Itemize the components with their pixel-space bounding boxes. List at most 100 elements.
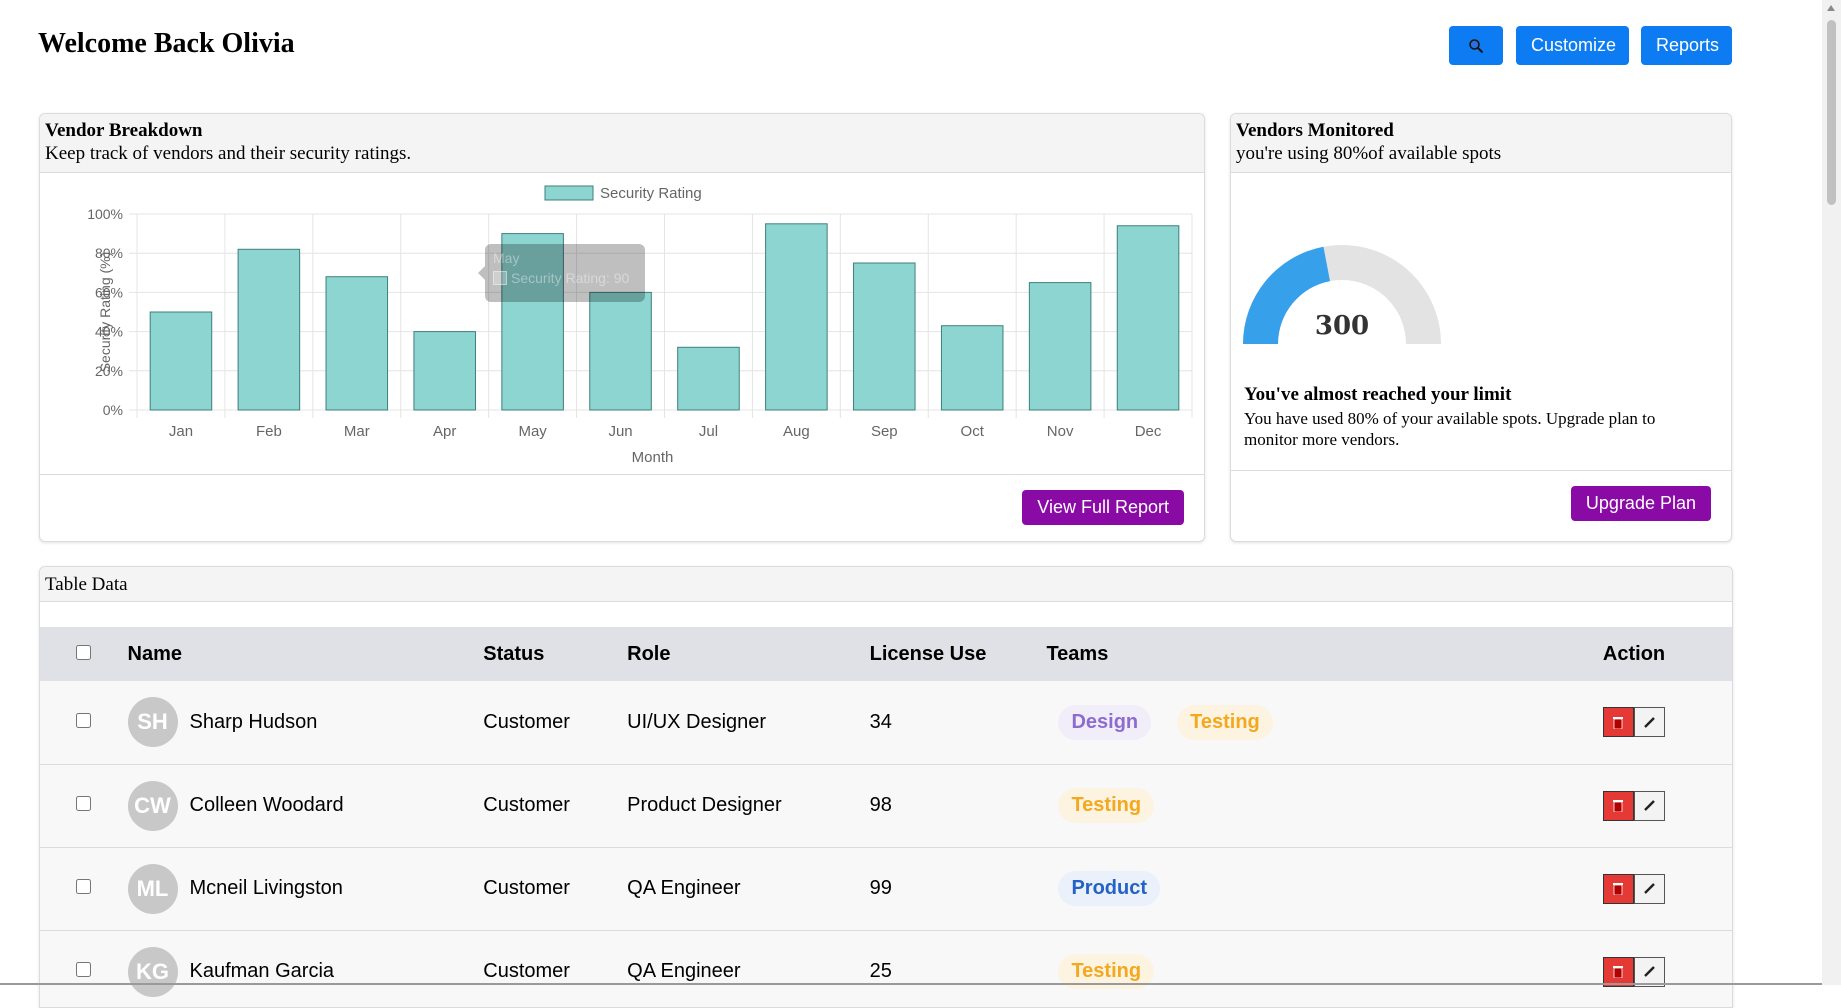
row-actions xyxy=(1602,873,1732,904)
reports-button[interactable]: Reports xyxy=(1641,26,1732,65)
search-button[interactable] xyxy=(1449,26,1503,65)
avatar: SH xyxy=(127,697,178,748)
card-footer: View Full Report xyxy=(40,474,1204,541)
search-icon xyxy=(1469,38,1484,53)
vertical-scrollbar[interactable] xyxy=(1822,0,1841,985)
bar-jan xyxy=(149,311,213,411)
table-row: SH Sharp Hudson Customer UI/UX Designer … xyxy=(40,681,1732,764)
team-tag: Testing xyxy=(1177,704,1273,740)
license-use-cell: 34 xyxy=(869,710,892,733)
bar-aug xyxy=(765,223,828,411)
gauge-value: 300 xyxy=(1315,311,1369,341)
pencil-icon xyxy=(1644,800,1655,811)
edit-button[interactable] xyxy=(1633,873,1665,904)
team-tag: Design xyxy=(1058,704,1152,740)
chart-tooltip: May Security Rating: 90 xyxy=(478,244,645,302)
x-tick-label: Sep xyxy=(871,423,898,440)
delete-button[interactable] xyxy=(1602,790,1634,821)
trash-icon xyxy=(1613,800,1624,812)
y-tick-label: 0% xyxy=(103,402,123,418)
row-actions xyxy=(1602,707,1732,738)
status-cell: Customer xyxy=(483,960,570,982)
limit-text: You have used 80% of your available spot… xyxy=(1244,409,1656,449)
team-tag: Product xyxy=(1058,871,1161,906)
page-title: Welcome Back Olivia xyxy=(38,28,295,59)
x-tick-label: Jan xyxy=(169,423,193,440)
scrollbar-thumb[interactable] xyxy=(1827,20,1836,205)
status-cell: Customer xyxy=(483,710,570,733)
tooltip-label: Security Rating: 90 xyxy=(511,270,630,286)
bar-nov xyxy=(1028,282,1092,411)
bar-oct xyxy=(940,325,1004,411)
role-cell: QA Engineer xyxy=(627,960,741,982)
x-tick-label: Oct xyxy=(961,423,985,440)
tooltip-swatch xyxy=(493,271,507,285)
edit-button[interactable] xyxy=(1633,707,1665,738)
bar-mar xyxy=(325,276,389,411)
role-cell: Product Designer xyxy=(627,794,782,816)
row-checkbox[interactable] xyxy=(76,712,92,728)
user-name: Colleen Woodard xyxy=(189,794,344,816)
usage-gauge: 300 xyxy=(1243,245,1441,344)
card-title: Vendor Breakdown xyxy=(45,120,203,141)
x-tick-label: Jun xyxy=(608,423,632,440)
avatar: CW xyxy=(127,780,178,831)
user-name: Sharp Hudson xyxy=(189,710,318,733)
bar-jun xyxy=(589,291,652,411)
user-name: Mcneil Livingston xyxy=(189,877,343,899)
x-tick-label: Apr xyxy=(433,423,456,440)
column-header-name[interactable]: Name xyxy=(128,627,484,681)
card-footer: Upgrade Plan xyxy=(1231,470,1731,541)
team-tags: Design Testing xyxy=(1046,704,1602,740)
card-header: Vendors Monitored you're using 80%of ava… xyxy=(1231,114,1731,173)
y-axis-title: Security Rating (%) xyxy=(97,252,113,373)
x-tick-label: Mar xyxy=(344,423,370,440)
table-caption: Table Data xyxy=(45,574,128,595)
row-checkbox[interactable] xyxy=(76,796,92,811)
upgrade-plan-button[interactable]: Upgrade Plan xyxy=(1570,486,1711,521)
status-cell: Customer xyxy=(483,794,570,816)
role-cell: UI/UX Designer xyxy=(627,710,767,733)
x-tick-label: Jul xyxy=(699,423,718,440)
card-subtitle: Keep track of vendors and their security… xyxy=(45,143,412,164)
delete-button[interactable] xyxy=(1602,956,1634,987)
bar-jul xyxy=(677,346,740,411)
delete-button[interactable] xyxy=(1602,707,1634,738)
license-use-cell: 98 xyxy=(869,794,892,816)
bar-dec xyxy=(1116,225,1180,411)
scroll-up-arrow-icon[interactable] xyxy=(1827,5,1835,11)
row-checkbox[interactable] xyxy=(76,879,92,894)
edit-button[interactable] xyxy=(1633,790,1665,821)
view-full-report-button[interactable]: View Full Report xyxy=(1022,490,1184,525)
column-header-teams[interactable]: Teams xyxy=(1046,627,1602,681)
row-checkbox[interactable] xyxy=(76,962,92,977)
x-tick-label: Dec xyxy=(1135,423,1162,440)
table-card: Table Data Name Status Role License Use … xyxy=(39,566,1733,1008)
bar-sep xyxy=(853,262,916,411)
trash-icon xyxy=(1613,966,1624,978)
vendors-monitored-card: Vendors Monitored you're using 80%of ava… xyxy=(1230,113,1732,542)
select-all-checkbox[interactable] xyxy=(76,644,92,660)
card-header: Vendor Breakdown Keep track of vendors a… xyxy=(40,114,1204,173)
pencil-icon xyxy=(1644,966,1655,977)
row-actions xyxy=(1602,956,1732,987)
dashboard-page: Welcome Back Olivia Customize Reports Ve… xyxy=(0,0,1822,1008)
tooltip-title: May xyxy=(493,250,520,266)
status-cell: Customer xyxy=(483,877,570,899)
x-axis-title: Month xyxy=(632,449,674,466)
customize-button[interactable]: Customize xyxy=(1516,26,1629,65)
table-row: ML Mcneil Livingston Customer QA Enginee… xyxy=(40,847,1732,930)
delete-button[interactable] xyxy=(1602,873,1634,904)
license-use-cell: 99 xyxy=(869,877,892,899)
row-actions xyxy=(1602,790,1732,821)
avatar: KG xyxy=(127,946,178,997)
table-row: CW Colleen Woodard Customer Product Desi… xyxy=(40,764,1732,847)
legend-swatch xyxy=(544,185,594,201)
edit-button[interactable] xyxy=(1633,956,1665,987)
vendor-breakdown-card: Vendor Breakdown Keep track of vendors a… xyxy=(39,113,1205,542)
column-header-license-use[interactable]: License Use xyxy=(870,627,1047,681)
column-header-status[interactable]: Status xyxy=(483,627,627,681)
card-subtitle: you're using 80%of available spots xyxy=(1236,143,1502,164)
trash-icon xyxy=(1613,883,1624,895)
column-header-role[interactable]: Role xyxy=(627,627,869,681)
